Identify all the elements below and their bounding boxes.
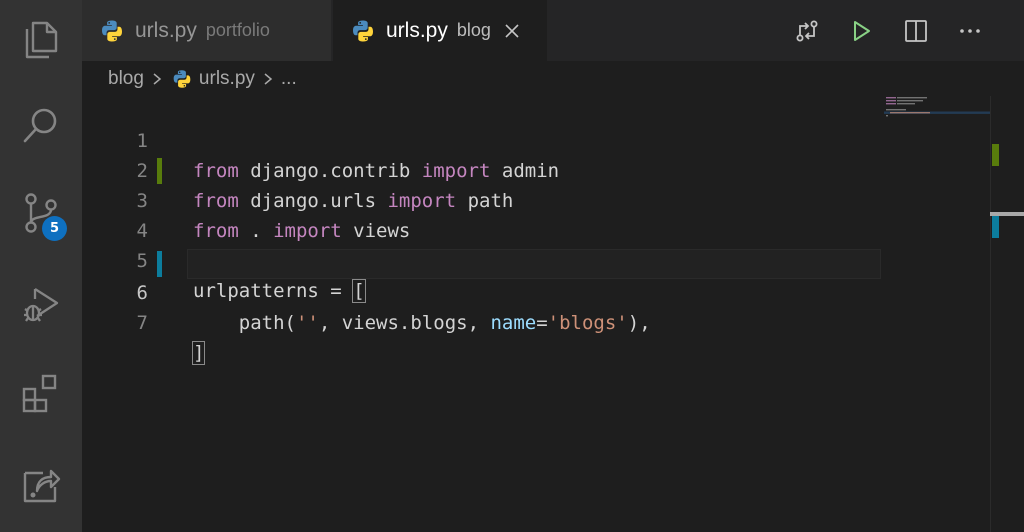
activity-bar: 5 [0,0,82,532]
token-call: path( [238,312,296,334]
source-control-badge: 5 [42,216,67,241]
breadcrumb-more[interactable]: ... [281,68,297,90]
python-file-icon [102,20,122,41]
line-content: path('', views.blogs, name='blogs'), [193,308,651,338]
code-line: 5 urlpatterns = [ [82,216,882,303]
token-bracket-close: ] [191,341,206,365]
explorer-icon[interactable] [16,14,66,64]
code-line: 3 from . import views [82,156,882,242]
chevron-right-icon [264,73,273,85]
breadcrumb-file[interactable]: urls.py [199,68,255,90]
token-punct: ), [627,312,651,334]
token-args: , views.blogs, [318,312,491,334]
tab-urls-portfolio[interactable]: urls.py portfolio [82,0,332,61]
breadcrumb-folder[interactable]: blog [108,68,144,90]
minimap[interactable] [884,96,994,126]
python-file-icon [173,70,191,88]
more-actions-icon[interactable] [957,18,983,44]
python-file-icon [353,20,373,41]
search-icon[interactable] [16,100,66,150]
breadcrumb: blog urls.py ... [108,64,297,94]
remote-explorer-icon[interactable] [16,458,66,508]
line-content: ] [191,338,206,368]
overview-ruler-added [992,144,999,166]
line-number: 7 [136,312,148,334]
token-string: '' [295,312,319,334]
extensions-icon[interactable] [16,368,66,418]
chevron-right-icon [153,73,162,85]
code-line: 4 [82,186,882,242]
tab-description: blog [456,20,491,40]
token-string: 'blogs' [547,312,628,334]
compare-changes-icon[interactable] [794,18,820,44]
tab-filename: urls.py [135,18,197,42]
code-line: 1 from django.contrib import admin [82,96,882,182]
tab-filename: urls.py [386,18,448,42]
tab-description: portfolio [205,20,270,40]
code-editor[interactable]: 1 from django.contrib import admin 2 fro… [82,94,1024,532]
split-editor-icon[interactable] [903,18,929,44]
overview-ruler-modified [992,216,999,238]
run-debug-icon[interactable] [16,280,66,330]
code-line: 7 ] [82,278,882,365]
close-icon[interactable] [503,22,521,40]
run-python-file-icon[interactable] [848,18,874,44]
code-line: 2 from django.urls import path [82,126,882,212]
token-operator: = [536,312,548,334]
tab-bar: urls.py portfolio urls.py blog [82,0,1024,61]
code-line-current: 6 path('', views.blogs, name='blogs'), [82,248,882,334]
token-param: name [490,312,537,334]
tab-urls-blog[interactable]: urls.py blog [333,0,547,61]
